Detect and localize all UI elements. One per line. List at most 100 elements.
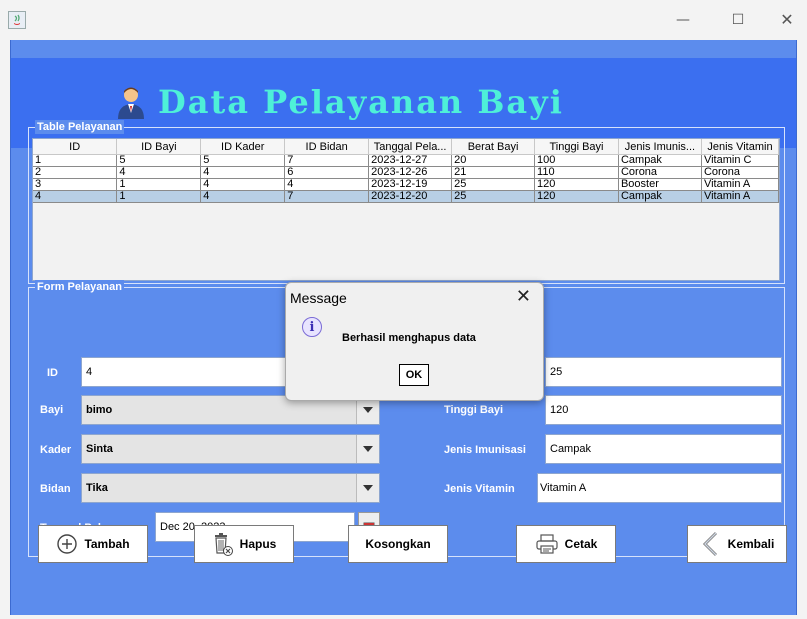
table-scroll-area[interactable]: ID ID Bayi ID Kader ID Bidan Tanggal Pel… (32, 138, 780, 281)
info-icon: i (302, 317, 322, 337)
table-cell: Vitamin A (701, 178, 780, 191)
table-cell: 6 (284, 166, 370, 179)
bidan-label: Bidan (40, 483, 71, 495)
table-cell: 4 (200, 166, 286, 179)
column-header[interactable]: ID Kader (200, 139, 286, 155)
kader-combo-value: Sinta (86, 443, 113, 455)
table-cell: 20 (451, 154, 536, 167)
java-app-icon (8, 11, 26, 29)
minimize-button[interactable]: — (663, 6, 703, 34)
table-cell: 1 (116, 178, 202, 191)
table-cell: 4 (116, 166, 202, 179)
user-icon (118, 87, 144, 119)
trash-icon (214, 533, 233, 556)
bidan-combo-value: Tika (86, 482, 108, 494)
column-header[interactable]: ID Bayi (116, 139, 202, 155)
table-cell: 2023-12-19 (368, 178, 453, 191)
table-cell: 21 (451, 166, 536, 179)
table-cell: 100 (534, 154, 619, 167)
tinggi-bayi-field[interactable]: 120 (545, 395, 782, 425)
table-row[interactable]: 1 5 5 7 2023-12-27 20 100 Campak Vitamin… (33, 154, 780, 167)
table-cell: 2023-12-27 (368, 154, 453, 167)
table-cell: Corona (618, 166, 702, 179)
close-window-button[interactable]: ✕ (767, 6, 807, 34)
kosongkan-button[interactable]: Kosongkan (348, 525, 448, 563)
table-cell: 5 (116, 154, 202, 167)
pelayanan-table[interactable]: ID ID Bayi ID Kader ID Bidan Tanggal Pel… (33, 139, 780, 203)
dialog-title: Message (290, 290, 347, 306)
bidan-combo[interactable]: Tika (81, 473, 380, 503)
column-header[interactable]: ID (33, 139, 118, 155)
kader-label: Kader (40, 444, 72, 456)
tinggi-bayi-label: Tinggi Bayi (444, 404, 504, 416)
tambah-button[interactable]: Tambah (38, 525, 148, 563)
cetak-label: Cetak (564, 537, 598, 551)
column-header[interactable]: Berat Bayi (451, 139, 536, 155)
table-cell: 120 (534, 178, 619, 191)
table-cell: 110 (534, 166, 619, 179)
message-dialog: Message ✕ i Berhasil menghapus data OK (285, 282, 544, 401)
title-bar: — ☐ ✕ (0, 0, 807, 40)
column-header[interactable]: Jenis Imunis... (618, 139, 702, 155)
table-cell: 4 (200, 190, 286, 203)
berat-bayi-field[interactable]: 25 (545, 357, 782, 387)
table-cell: 2023-12-20 (368, 190, 453, 203)
printer-icon (536, 534, 558, 554)
hapus-button[interactable]: Hapus (194, 525, 294, 563)
column-header[interactable]: Tinggi Bayi (534, 139, 619, 155)
table-row[interactable]: 3 1 4 4 2023-12-19 25 120 Booster Vitami… (33, 178, 780, 191)
kader-combo[interactable]: Sinta (81, 434, 380, 464)
jenis-vitamin-label: Jenis Vitamin (444, 483, 515, 495)
table-row[interactable]: 2 4 4 6 2023-12-26 21 110 Corona Corona (33, 166, 780, 179)
id-label: ID (47, 367, 58, 379)
table-cell: 25 (451, 190, 536, 203)
jenis-imunisasi-label: Jenis Imunisasi (444, 444, 526, 456)
cetak-button[interactable]: Cetak (516, 525, 616, 563)
table-cell: 2023-12-26 (368, 166, 453, 179)
table-header-row: ID ID Bayi ID Kader ID Bidan Tanggal Pel… (33, 139, 780, 155)
table-cell: 25 (451, 178, 536, 191)
table-cell: Vitamin A (701, 190, 780, 203)
table-cell: Booster (618, 178, 702, 191)
table-cell: Campak (618, 190, 702, 203)
table-cell: 4 (284, 178, 370, 191)
column-header[interactable]: ID Bidan (284, 139, 370, 155)
kembali-button[interactable]: Kembali (687, 525, 787, 563)
table-cell: 3 (33, 178, 118, 191)
maximize-button[interactable]: ☐ (718, 6, 758, 34)
dialog-close-button[interactable]: ✕ (516, 286, 531, 307)
kembali-label: Kembali (727, 537, 775, 551)
jenis-vitamin-field[interactable]: Vitamin A (537, 473, 782, 503)
chevron-down-icon[interactable] (356, 435, 379, 463)
column-header[interactable]: Jenis Vitamin (701, 139, 780, 155)
table-cell: 4 (200, 178, 286, 191)
dialog-message: Berhasil menghapus data (342, 332, 476, 344)
header-title-group: Data Pelayanan Bayi (114, 72, 714, 132)
table-row-selected[interactable]: 4 1 4 7 2023-12-20 25 120 Campak Vitamin… (33, 190, 780, 203)
table-cell: 4 (33, 190, 118, 203)
table-cell: 1 (33, 154, 118, 167)
id-field[interactable]: 4 (81, 357, 291, 387)
table-panel-title: Table Pelayanan (35, 120, 125, 134)
chevron-down-icon[interactable] (356, 474, 379, 502)
hapus-label: Hapus (239, 537, 277, 551)
table-cell: 120 (534, 190, 619, 203)
table-cell: 7 (284, 154, 370, 167)
table-cell: 5 (200, 154, 286, 167)
table-cell: 2 (33, 166, 118, 179)
jenis-imunisasi-field[interactable]: Campak (545, 434, 782, 464)
ok-button[interactable]: OK (399, 364, 429, 386)
table-cell: Campak (618, 154, 702, 167)
table-cell: 1 (116, 190, 202, 203)
form-panel-title: Form Pelayanan (35, 280, 124, 294)
page-title: Data Pelayanan Bayi (158, 83, 564, 121)
add-circle-icon (57, 534, 78, 554)
table-cell: Corona (701, 166, 780, 179)
back-chevron-icon (702, 531, 717, 557)
table-cell: 7 (284, 190, 370, 203)
kosongkan-label: Kosongkan (365, 537, 431, 551)
bayi-combo-value: bimo (86, 404, 113, 416)
tambah-label: Tambah (84, 537, 130, 551)
table-panel: Table Pelayanan ID ID Bayi ID Kader ID B… (28, 120, 785, 284)
column-header[interactable]: Tanggal Pela... (368, 139, 453, 155)
